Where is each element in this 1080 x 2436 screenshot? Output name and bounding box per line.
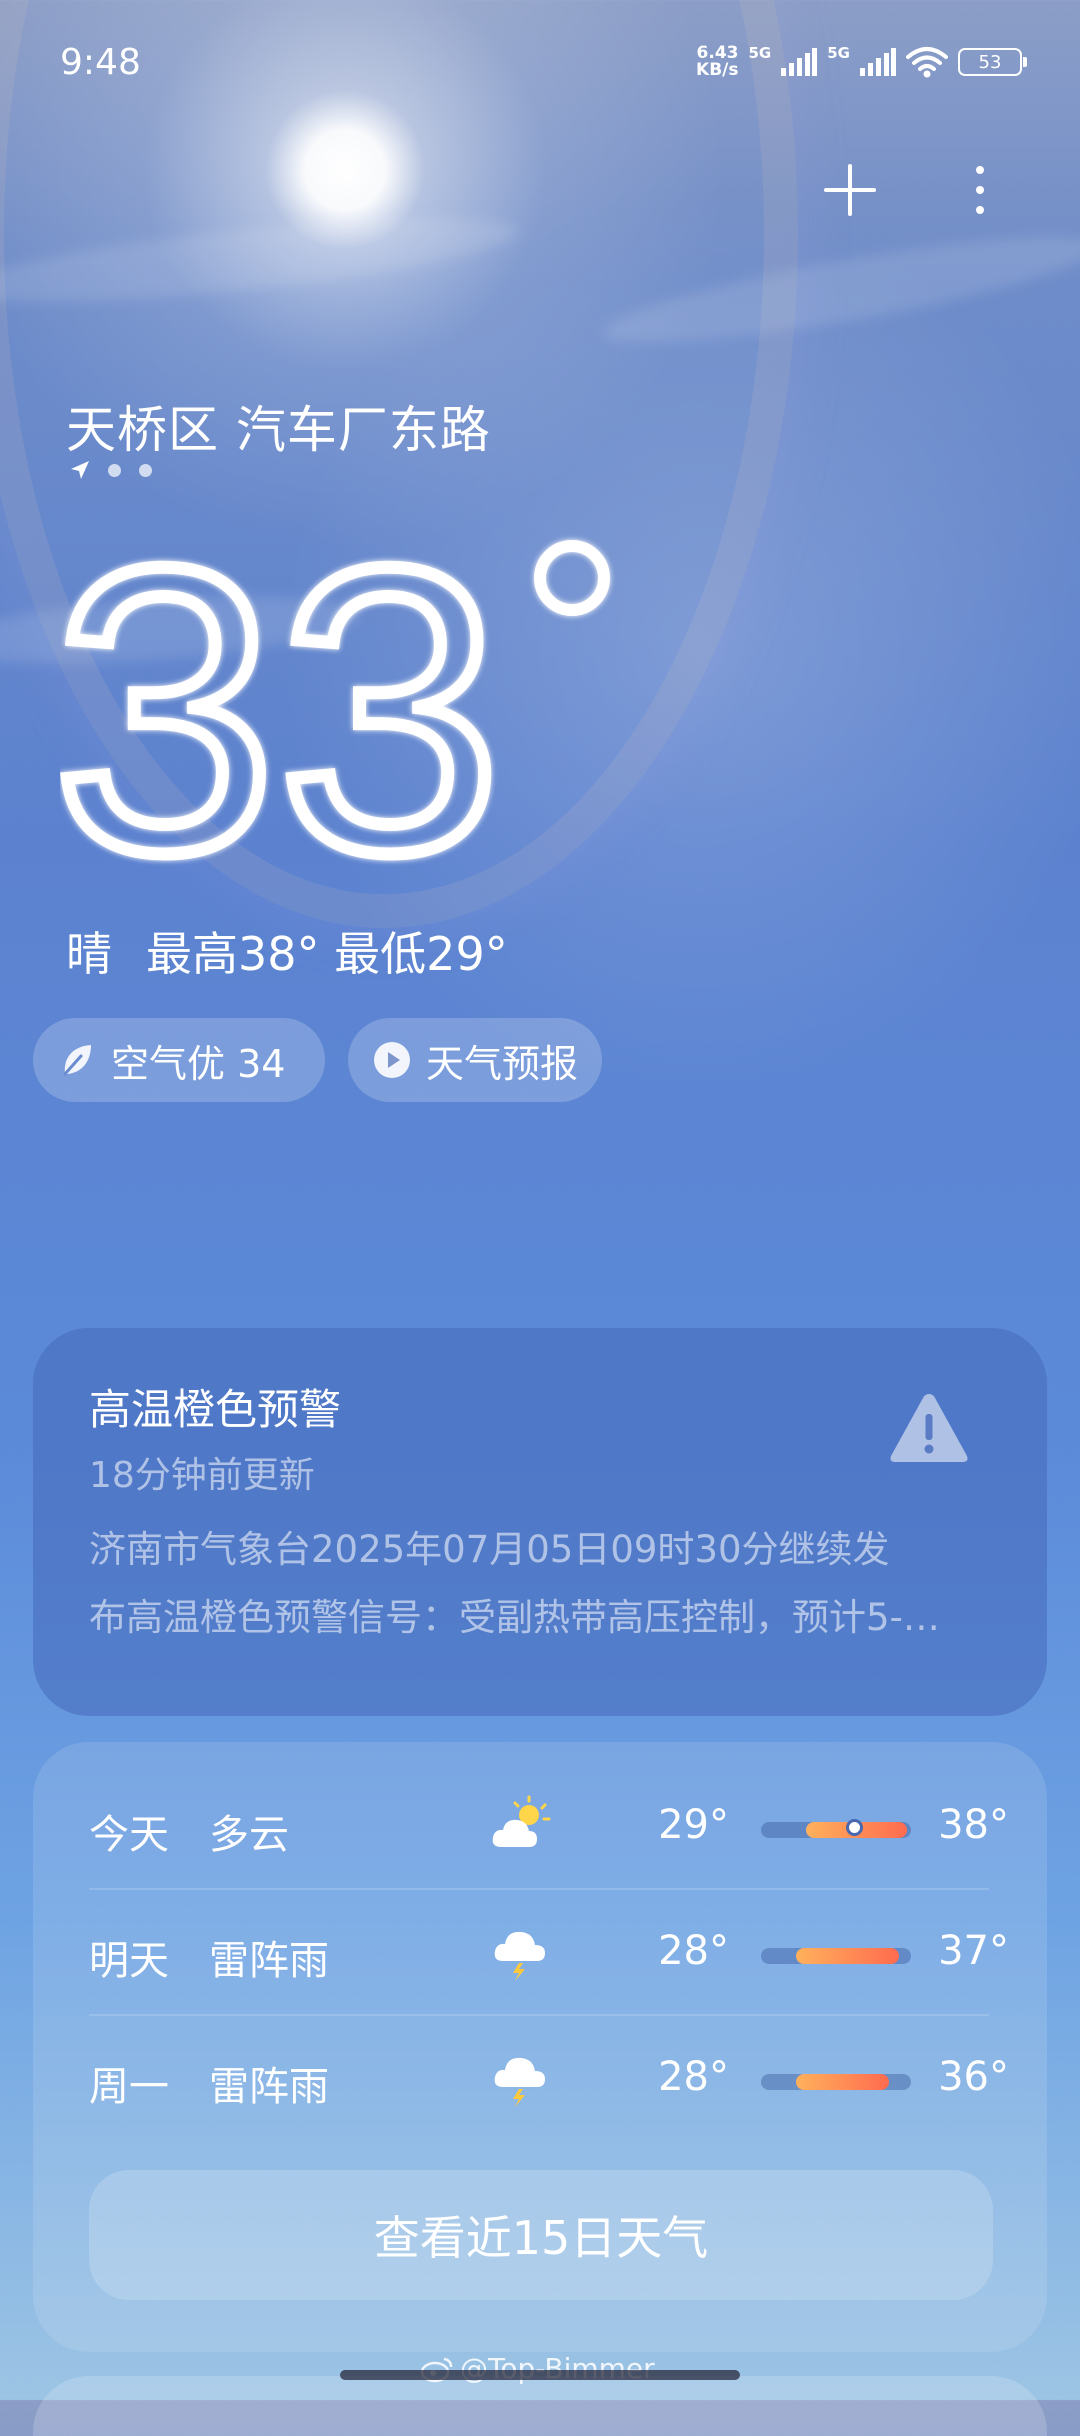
network-speed: 6.43 KB/s [696, 43, 739, 80]
weather-warning-card[interactable]: 高温橙色预警 18分钟前更新 济南市气象台2025年07月05日09时30分继续… [33, 1328, 1047, 1716]
forecast-condition: 雷阵雨 [209, 1938, 329, 1984]
forecast-high: 37° [938, 1928, 1009, 1974]
forecast-day: 明天 [89, 1938, 169, 1984]
forecast-day: 今天 [89, 1812, 169, 1858]
forecast-high: 38° [938, 1802, 1009, 1848]
forecast-low: 29° [658, 1802, 729, 1848]
leaf-icon [63, 1045, 91, 1076]
warning-body-line: 济南市气象台2025年07月05日09时30分继续发 [89, 1528, 890, 1571]
warning-body-line: 布高温橙色预警信号：受副热带高压控制，预计5-… [89, 1596, 940, 1639]
battery-icon: 53 [958, 48, 1027, 76]
watermark-text: @Top-Bimmer [460, 2352, 655, 2385]
signal-icon [781, 48, 818, 76]
warning-title: 高温橙色预警 [89, 1385, 342, 1434]
page-dot [139, 463, 152, 477]
partly-cloudy-icon [492, 1795, 551, 1847]
current-temperature: 33 [60, 520, 610, 880]
thunderstorm-icon [494, 1931, 545, 1981]
location-arrow-icon [71, 461, 89, 479]
signal-icon [860, 48, 896, 76]
warning-body: 济南市气象台2025年07月05日09时30分继续发 布高温橙色预警信号：受副热… [89, 1516, 989, 1652]
temp-range-fill [795, 1948, 899, 1964]
temp-range-fill [795, 2074, 889, 2090]
play-icon [374, 1042, 410, 1078]
page-indicator [70, 460, 152, 480]
current-temp-marker [846, 1819, 863, 1836]
forecast-video-chip[interactable]: 天气预报 [348, 1018, 602, 1102]
forecast-row-today[interactable]: 今天 多云 29° 38° [89, 1762, 1009, 1888]
temp-range-bar [761, 2074, 911, 2090]
forecast-card: 今天 多云 29° 38° 明天 雷阵雨 28° 37° 周一 雷阵雨 28° … [33, 1742, 1047, 2352]
air-quality-label: 空气优 34 [111, 1041, 286, 1086]
air-quality-chip[interactable]: 空气优 34 [33, 1018, 325, 1102]
forecast-video-label: 天气预报 [426, 1041, 579, 1086]
page-dot [108, 463, 121, 477]
next-card-edge [33, 2376, 1047, 2436]
status-icons: 6.43 KB/s 5G 5G 53 [696, 42, 1027, 82]
add-city-icon[interactable] [820, 160, 880, 220]
forecast-high: 36° [938, 2054, 1009, 2100]
network-type-2: 5G [827, 44, 850, 62]
temp-range-bar [761, 1948, 911, 1964]
condition-text: 晴 [66, 927, 112, 981]
high-low: 最高38° 最低29° [146, 918, 508, 984]
temp-range-bar [761, 1819, 911, 1838]
forecast-condition: 多云 [209, 1812, 289, 1858]
thunderstorm-icon [494, 2057, 545, 2107]
forecast-low: 28° [658, 2054, 729, 2100]
warning-triangle-icon [890, 1394, 968, 1462]
battery-level: 53 [978, 51, 1002, 73]
status-time: 9:48 [60, 42, 141, 83]
view-15-day-button[interactable]: 查看近15日天气 [89, 2170, 993, 2300]
watermark: @Top-Bimmer [420, 2352, 655, 2385]
forecast-condition: 雷阵雨 [209, 2064, 329, 2110]
low-temp: 最低29° [334, 927, 508, 981]
degree-symbol [534, 540, 610, 616]
status-bar: 9:48 6.43 KB/s 5G 5G 53 [0, 0, 1080, 130]
location-title[interactable]: 天桥区 汽车厂东路 [66, 390, 491, 462]
forecast-row-monday[interactable]: 周一 雷阵雨 28° 36° [89, 2014, 1009, 2140]
forecast-day: 周一 [89, 2064, 169, 2110]
high-temp: 最高38° [146, 927, 320, 981]
warning-updated: 18分钟前更新 [89, 1455, 315, 1496]
network-type-1: 5G [748, 44, 772, 62]
temperature-value: 33 [60, 520, 502, 880]
condition-summary: 晴 最高38° 最低29° [66, 918, 508, 984]
home-indicator[interactable] [340, 2370, 740, 2380]
wifi-icon [906, 47, 948, 78]
forecast-low: 28° [658, 1928, 729, 1974]
forecast-row-tomorrow[interactable]: 明天 雷阵雨 28° 37° [89, 1888, 1009, 2014]
more-options-icon[interactable] [965, 160, 995, 220]
